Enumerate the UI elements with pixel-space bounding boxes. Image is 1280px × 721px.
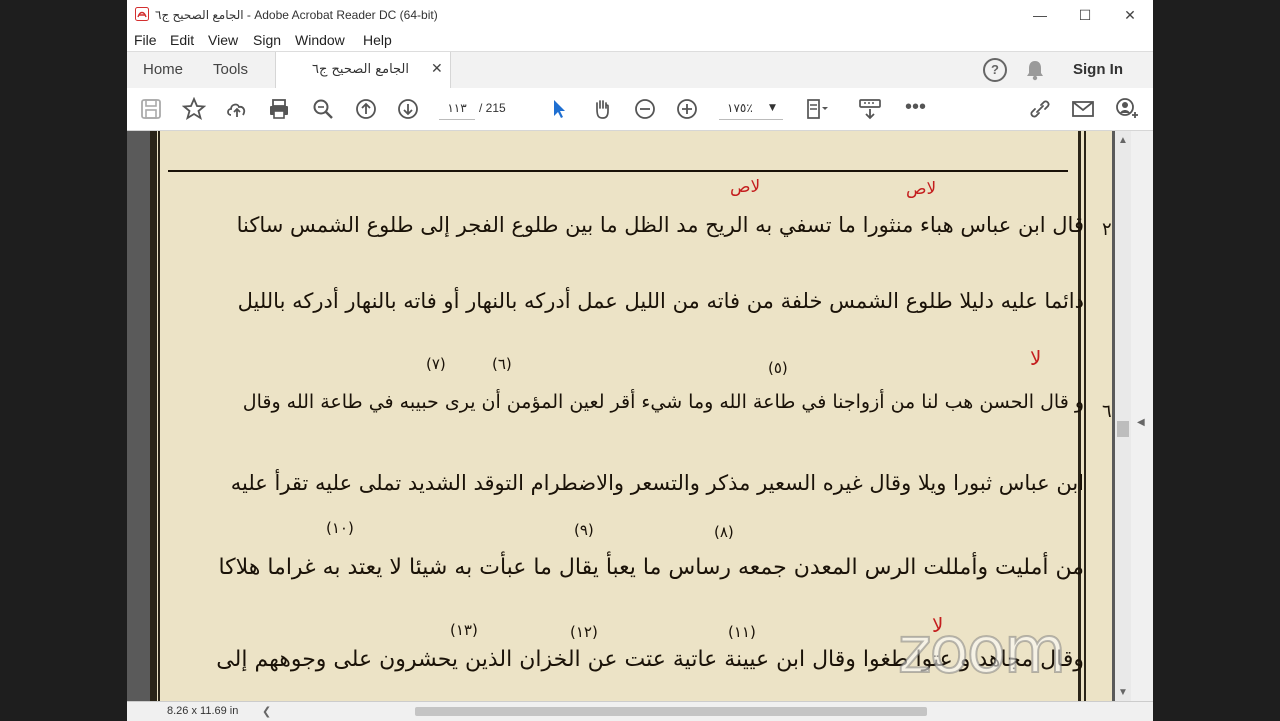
upload-cloud-icon[interactable] bbox=[225, 97, 249, 121]
horizontal-scroll-thumb[interactable] bbox=[415, 707, 927, 716]
menu-window[interactable]: Window bbox=[295, 32, 345, 48]
text-line: ابن عباس ثبورا ويلا وقال غيره السعير مذك… bbox=[230, 471, 1084, 495]
notification-bell-icon[interactable] bbox=[1025, 59, 1045, 81]
help-icon[interactable]: ? bbox=[983, 58, 1007, 82]
zoom-level-dropdown[interactable]: ١٧٥٪ ▼ bbox=[719, 97, 783, 120]
zoom-level-value: ١٧٥٪ bbox=[727, 101, 753, 115]
text-line: و قال الحسن هب لنا من أزواجنا في طاعة ال… bbox=[242, 391, 1084, 413]
collapse-right-panel-icon[interactable]: ◀ bbox=[1137, 417, 1145, 428]
menu-bar: File Edit View Sign Window Help bbox=[127, 30, 1153, 51]
menu-sign[interactable]: Sign bbox=[253, 32, 281, 48]
previous-page-icon[interactable] bbox=[354, 97, 378, 121]
footnote-marker: (١٣) bbox=[450, 621, 478, 639]
scroll-mode-icon[interactable] bbox=[858, 97, 882, 121]
text-line: من أمليت وأمللت الرس المعدن جمعه رساس ما… bbox=[218, 555, 1084, 580]
select-cursor-icon[interactable] bbox=[547, 97, 571, 121]
footnote-marker: (٦) bbox=[492, 355, 512, 373]
footnote-marker: (٧) bbox=[426, 355, 446, 373]
next-page-icon[interactable] bbox=[396, 97, 420, 121]
zoom-in-icon[interactable] bbox=[675, 97, 699, 121]
page-border-left bbox=[150, 131, 157, 701]
page-border-right-inner bbox=[1084, 131, 1086, 701]
scroll-up-arrow[interactable]: ▲ bbox=[1118, 135, 1128, 146]
scroll-left-arrow[interactable]: ❮ bbox=[262, 705, 271, 718]
print-icon[interactable] bbox=[267, 97, 291, 121]
separator-rule bbox=[168, 170, 1068, 172]
save-icon[interactable] bbox=[139, 97, 163, 121]
tab-bar: Home Tools الجامع الصحيح ج٦ ✕ ? Sign In bbox=[127, 51, 1153, 89]
menu-help[interactable]: Help bbox=[363, 32, 392, 48]
share-link-icon[interactable] bbox=[1028, 97, 1052, 121]
add-user-icon[interactable] bbox=[1115, 97, 1139, 121]
scroll-down-arrow[interactable]: ▼ bbox=[1118, 687, 1128, 698]
red-annotation: لا bbox=[1030, 346, 1042, 370]
chevron-down-icon: ▼ bbox=[769, 103, 776, 113]
zoom-watermark: zoom bbox=[897, 613, 1067, 689]
maximize-button[interactable]: ☐ bbox=[1070, 5, 1100, 25]
tab-tools[interactable]: Tools bbox=[213, 61, 248, 78]
menu-file[interactable]: File bbox=[134, 32, 157, 48]
scroll-thumb[interactable] bbox=[1117, 421, 1129, 437]
more-options-icon[interactable]: ••• bbox=[905, 97, 929, 121]
margin-number: ٢ bbox=[1102, 219, 1112, 240]
page-display-icon[interactable] bbox=[805, 97, 829, 121]
close-tab-icon[interactable]: ✕ bbox=[431, 60, 443, 77]
footnote-marker: (١٢) bbox=[570, 623, 598, 641]
red-annotation: لاص bbox=[906, 179, 937, 199]
page-size-label: 8.26 x 11.69 in bbox=[167, 705, 239, 717]
document-tab-label: الجامع الصحيح ج٦ bbox=[312, 62, 410, 77]
status-bar: 8.26 x 11.69 in ❮ bbox=[127, 701, 1153, 721]
text-line: قال ابن عباس هباء منثورا ما تسفي به الري… bbox=[236, 213, 1084, 237]
acrobat-window: الجامع الصحيح ج٦ - Adobe Acrobat Reader … bbox=[127, 0, 1153, 721]
window-title: الجامع الصحيح ج٦ - Adobe Acrobat Reader … bbox=[155, 8, 438, 22]
search-icon[interactable] bbox=[311, 97, 335, 121]
vertical-scrollbar[interactable]: ▲ ▼ bbox=[1115, 131, 1131, 701]
footnote-marker: (٨) bbox=[714, 523, 734, 541]
margin-number: ٦ bbox=[1102, 401, 1112, 422]
menu-view[interactable]: View bbox=[208, 32, 238, 48]
bookmark-star-icon[interactable] bbox=[182, 97, 206, 121]
tab-document[interactable]: الجامع الصحيح ج٦ ✕ bbox=[275, 52, 451, 88]
footnote-marker: (١٠) bbox=[326, 519, 354, 537]
page-number-input[interactable]: ١١٣ bbox=[439, 97, 475, 120]
sign-in-button[interactable]: Sign In bbox=[1073, 61, 1123, 78]
title-bar: الجامع الصحيح ج٦ - Adobe Acrobat Reader … bbox=[127, 0, 1153, 30]
page-border-left-inner bbox=[158, 131, 160, 701]
tab-home[interactable]: Home bbox=[143, 61, 183, 78]
close-window-button[interactable]: ✕ bbox=[1115, 5, 1145, 25]
footnote-marker: (٥) bbox=[768, 359, 788, 377]
red-annotation: لاص bbox=[730, 177, 761, 197]
minimize-button[interactable]: — bbox=[1025, 5, 1055, 25]
page-total: / 215 bbox=[479, 101, 506, 115]
footnote-marker: (١١) bbox=[728, 623, 756, 641]
menu-edit[interactable]: Edit bbox=[170, 32, 194, 48]
acrobat-app-icon bbox=[135, 7, 149, 21]
footnote-marker: (٩) bbox=[574, 521, 594, 539]
hand-tool-icon[interactable] bbox=[590, 97, 614, 121]
email-icon[interactable] bbox=[1071, 97, 1095, 121]
text-line: دائما عليه دليلا طلوع الشمس خلفة من فاته… bbox=[237, 289, 1084, 313]
zoom-out-icon[interactable] bbox=[633, 97, 657, 121]
toolbar: ١١٣ / 215 ١٧٥٪ ▼ ••• bbox=[127, 88, 1153, 131]
